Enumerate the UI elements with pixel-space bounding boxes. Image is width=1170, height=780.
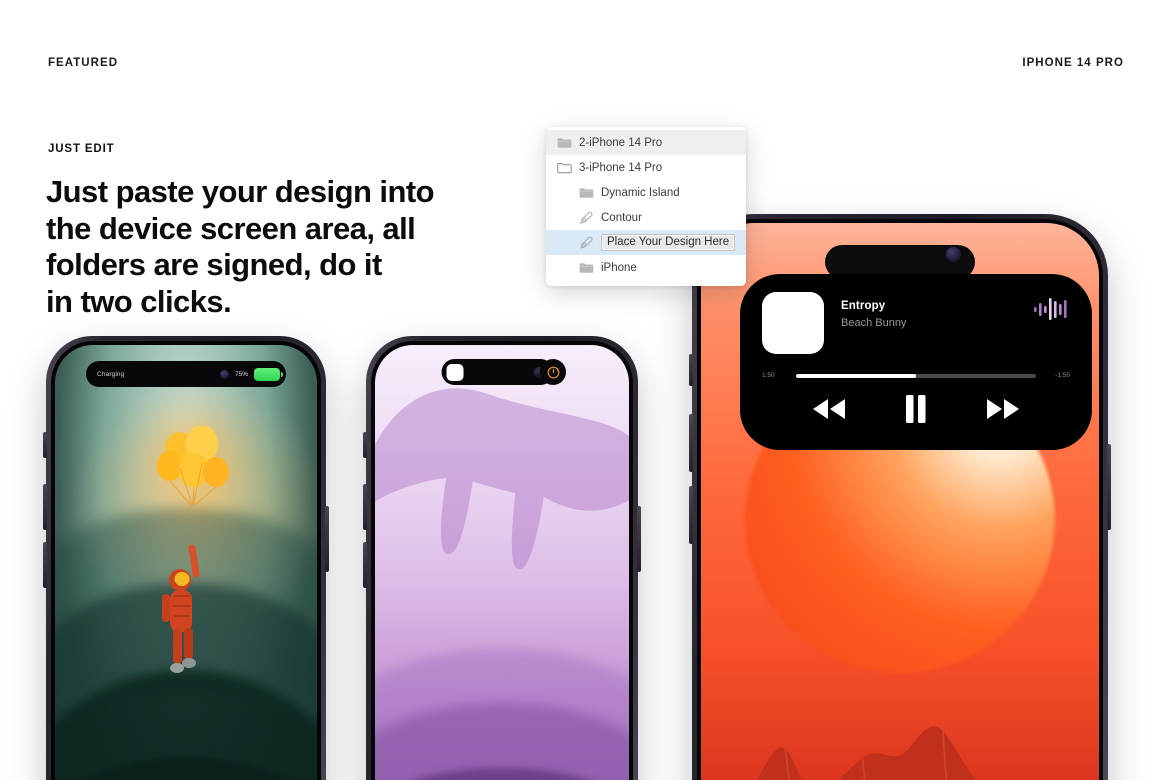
layer-row-label: iPhone: [601, 261, 637, 274]
layer-row[interactable]: iPhone: [546, 255, 746, 280]
volume-up-button[interactable]: [689, 414, 693, 472]
wallpaper-purple-hand: [375, 345, 629, 780]
pen-icon: [578, 211, 594, 225]
volume-up-button[interactable]: [43, 484, 47, 530]
track-title: Entropy: [841, 300, 886, 312]
car-graphic: [375, 768, 629, 780]
folder-icon: [578, 261, 594, 275]
layer-row-label: Dynamic Island: [601, 186, 680, 199]
timer-icon: [547, 366, 559, 378]
mute-switch[interactable]: [43, 432, 47, 458]
previous-button[interactable]: [809, 396, 849, 427]
headline-line-1: Just paste your design into: [46, 174, 435, 209]
device-phone-left: Charging 75%: [43, 336, 329, 780]
eyebrow-label: JUST EDIT: [48, 143, 115, 155]
battery-icon: [254, 367, 283, 381]
progress-fill: [796, 373, 916, 378]
folder-icon: [578, 186, 594, 200]
phone-middle-screen: [375, 345, 629, 780]
island-activity-indicator[interactable]: [540, 359, 566, 385]
mute-switch[interactable]: [363, 432, 367, 458]
layers-panel: 2-iPhone 14 Pro 3-iPhone 14 Pro Dynamic Is…: [546, 127, 746, 286]
folder-icon: [556, 136, 572, 150]
layer-row[interactable]: 2-iPhone 14 Pro: [546, 130, 746, 155]
dynamic-island-charging[interactable]: Charging 75%: [86, 361, 286, 387]
island-thumbnail: [446, 363, 464, 381]
power-button[interactable]: [325, 506, 329, 572]
power-button[interactable]: [637, 506, 641, 572]
layer-row[interactable]: 3-iPhone 14 Pro: [546, 155, 746, 180]
layer-row[interactable]: Place Your Design Here: [546, 230, 746, 255]
headline-line-3: folders are signed, do it: [46, 247, 382, 283]
album-art: [762, 292, 824, 354]
header-left-label: FEATURED: [48, 57, 119, 69]
volume-down-button[interactable]: [363, 542, 367, 588]
wallpaper-astronaut: [55, 345, 317, 780]
astronaut-graphic: [162, 544, 200, 674]
power-button[interactable]: [1107, 444, 1111, 530]
phone-left-bezel: Charging 75%: [51, 341, 321, 780]
waveform-icon: [1034, 292, 1068, 325]
layer-row[interactable]: Dynamic Island: [546, 180, 746, 205]
elapsed-time-label: 1:50: [762, 372, 775, 379]
layer-row[interactable]: Contour: [546, 205, 746, 230]
pen-icon: [578, 236, 594, 250]
track-artist: Beach Bunny: [841, 317, 907, 329]
giant-hand-graphic: [375, 388, 629, 569]
volume-up-button[interactable]: [363, 484, 367, 530]
phone-left-screen: Charging 75%: [55, 345, 317, 780]
layer-row-label: 2-iPhone 14 Pro: [579, 136, 663, 149]
folder-open-icon: [556, 161, 572, 175]
headline-line-2: the device screen area, all: [46, 210, 416, 246]
battery-percent-label: 75%: [234, 370, 248, 378]
layer-row-label: 3-iPhone 14 Pro: [579, 161, 663, 174]
play-pause-button[interactable]: [903, 393, 929, 430]
header-right-label: IPHONE 14 PRO: [1022, 57, 1124, 69]
front-camera-icon: [219, 369, 229, 379]
balloons-graphic: [156, 426, 229, 507]
progress-bar[interactable]: [796, 373, 1036, 378]
next-button[interactable]: [983, 396, 1023, 427]
music-player-widget: Entropy Beach Bunny 1:50 -1:50: [740, 274, 1092, 450]
volume-down-button[interactable]: [689, 486, 693, 544]
front-camera-icon: [946, 247, 961, 262]
device-phone-middle: [363, 336, 641, 780]
remaining-time-label: -1:50: [1055, 372, 1070, 379]
charging-status-text: Charging: [97, 370, 125, 378]
page-title: Just paste your design into the device s…: [46, 174, 466, 320]
headline-line-4: in two clicks.: [46, 283, 232, 319]
mockup-canvas: FEATURED IPHONE 14 PRO JUST EDIT Just pa…: [0, 0, 1170, 780]
mountain-graphic: [757, 726, 977, 780]
layer-row-label: Place Your Design Here: [601, 234, 736, 251]
volume-down-button[interactable]: [43, 542, 47, 588]
phone-middle-bezel: [371, 341, 633, 780]
layer-row-label: Contour: [601, 211, 642, 224]
dynamic-island-pill[interactable]: [441, 359, 554, 385]
mute-switch[interactable]: [689, 354, 693, 386]
